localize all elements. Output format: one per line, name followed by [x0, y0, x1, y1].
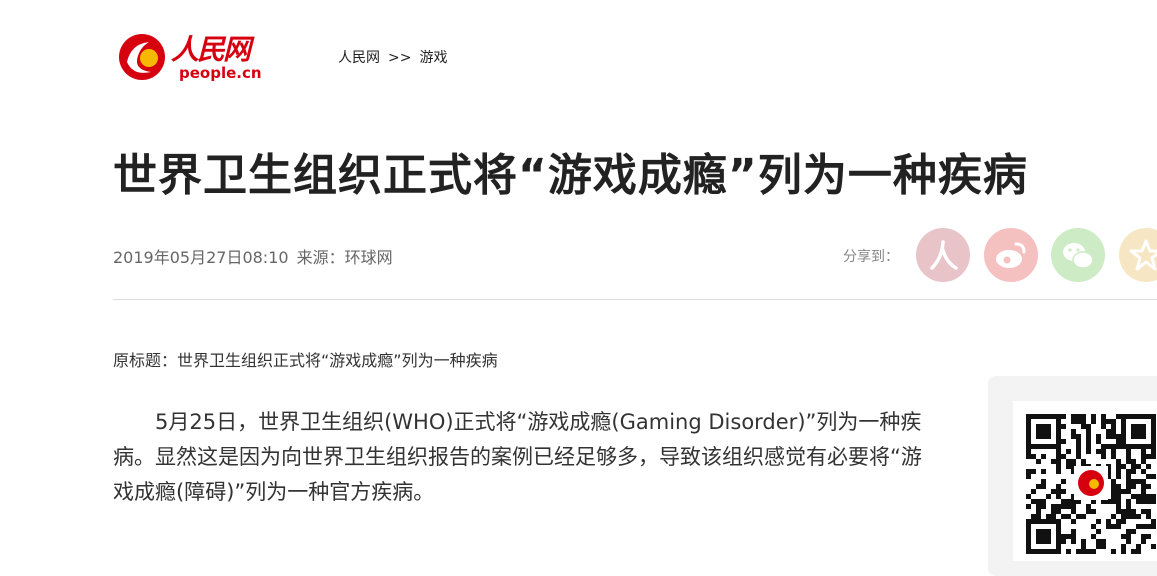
header-divider: [113, 299, 1157, 300]
breadcrumb-home-link[interactable]: 人民网: [338, 50, 380, 66]
qr-code-icon: [1026, 414, 1156, 554]
star-icon: [1129, 239, 1157, 271]
breadcrumb-separator: >>: [388, 50, 412, 66]
article-meta: 2019年05月27日08:10 来源：环球网: [113, 244, 393, 268]
weibo-share-button[interactable]: [984, 228, 1038, 282]
article-source: 来源：环球网: [296, 248, 393, 267]
article-paragraph: 5月25日，世界卫生组织(WHO)正式将“游戏成瘾(Gaming Disorde…: [113, 410, 922, 504]
wechat-share-button[interactable]: [1051, 228, 1105, 282]
article-date: 2019年05月27日08:10: [113, 248, 289, 267]
weibo-icon: [996, 242, 1026, 268]
site-logo[interactable]: 人民网 people.cn: [113, 22, 273, 92]
qr-code: [1013, 401, 1157, 561]
people-icon: [930, 240, 958, 270]
people-share-button[interactable]: [916, 228, 970, 282]
people-logo-icon: [119, 34, 165, 80]
breadcrumb-section-link[interactable]: 游戏: [419, 50, 447, 66]
original-title: 原标题：世界卫生组织正式将“游戏成瘾”列为一种疾病: [113, 351, 498, 370]
logo-chinese-name: 人民网: [171, 33, 251, 66]
article-title: 世界卫生组织正式将“游戏成瘾”列为一种疾病: [113, 150, 1028, 201]
breadcrumb: 人民网 >> 游戏: [338, 47, 447, 67]
share-label: 分享到：: [843, 249, 899, 265]
logo-english-name: people.cn: [179, 64, 262, 82]
wechat-icon: [1063, 243, 1094, 269]
favorite-share-button[interactable]: [1119, 228, 1157, 282]
